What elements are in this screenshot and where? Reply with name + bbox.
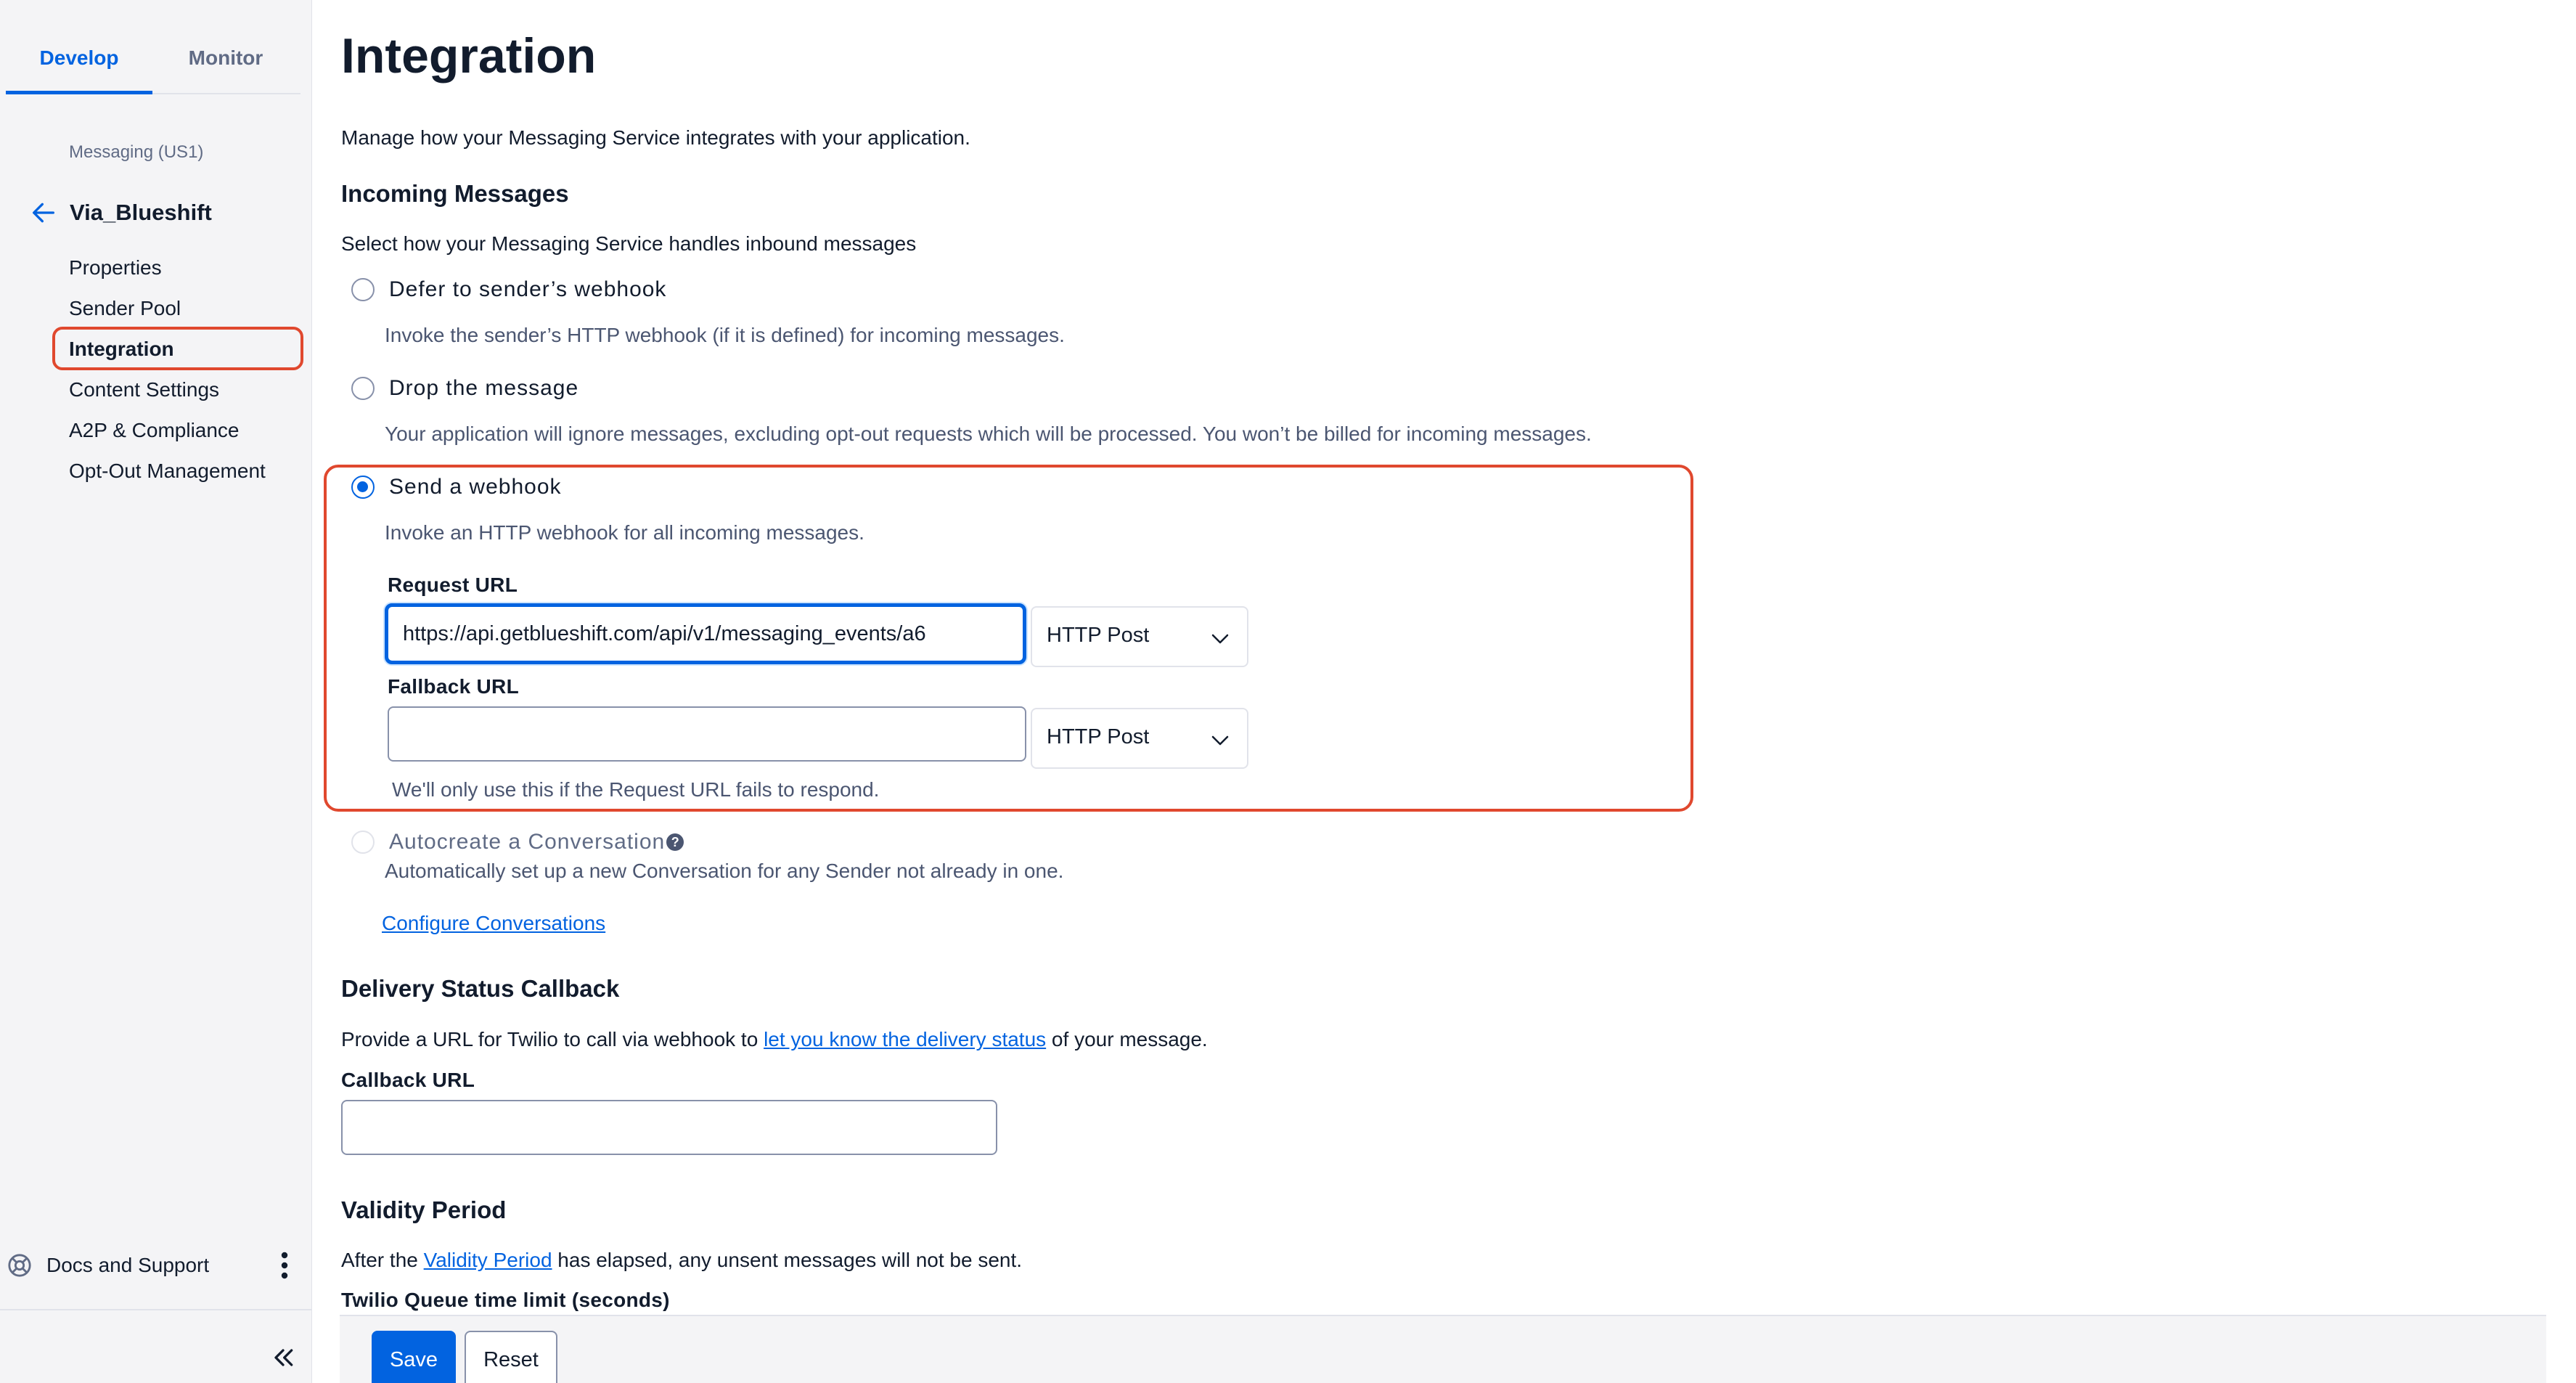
sidebar-item-content-settings[interactable]: Content Settings: [69, 373, 266, 414]
lifebuoy-icon: [8, 1254, 31, 1277]
delivery-status-description: Provide a URL for Twilio to call via web…: [341, 1028, 1208, 1051]
delivery-status-heading: Delivery Status Callback: [341, 975, 620, 1002]
validity-period-description: After the Validity Period has elapsed, a…: [341, 1249, 1022, 1272]
page-description: Manage how your Messaging Service integr…: [341, 126, 970, 149]
region-label: Messaging (US1): [69, 142, 204, 162]
sidebar: Develop Monitor Messaging (US1) Via_Blue…: [0, 0, 312, 1383]
incoming-messages-heading: Incoming Messages: [341, 180, 569, 207]
radio-autocreate-conversation[interactable]: Autocreate a Conversation ?: [351, 828, 684, 857]
callback-url-input[interactable]: [341, 1100, 997, 1155]
radio-button-disabled[interactable]: [351, 831, 375, 854]
validity-text-before: After the: [341, 1249, 424, 1271]
queue-time-limit-label: Twilio Queue time limit (seconds): [341, 1289, 670, 1311]
fallback-url-label: Fallback URL: [388, 675, 519, 698]
radio-button[interactable]: [351, 278, 375, 301]
configure-conversations-link[interactable]: Configure Conversations: [382, 912, 605, 935]
radio-send-a-webhook[interactable]: Send a webhook: [351, 473, 562, 502]
validity-period-link[interactable]: Validity Period: [424, 1249, 552, 1271]
radio-label: Drop the message: [389, 376, 579, 400]
sidebar-tabs: Develop Monitor: [6, 36, 300, 94]
validity-period-heading: Validity Period: [341, 1196, 507, 1223]
tab-develop[interactable]: Develop: [6, 36, 152, 94]
kebab-icon[interactable]: [279, 1250, 290, 1281]
sidebar-item-sender-pool[interactable]: Sender Pool: [69, 292, 266, 333]
radio-drop-the-message[interactable]: Drop the message: [351, 374, 578, 403]
action-bar: [340, 1315, 2546, 1383]
page-title: Integration: [341, 28, 597, 83]
select-value: HTTP Post: [1047, 725, 1150, 748]
fallback-url-method-select[interactable]: HTTP Post: [1031, 708, 1248, 769]
delivery-text-before: Provide a URL for Twilio to call via web…: [341, 1028, 764, 1050]
back-to-service-button[interactable]: Via_Blueshift: [29, 197, 212, 228]
reset-button[interactable]: Reset: [465, 1331, 557, 1383]
save-button[interactable]: Save: [372, 1331, 456, 1383]
sidebar-item-a2p-compliance[interactable]: A2P & Compliance: [69, 414, 266, 454]
sidebar-divider: [0, 1309, 312, 1310]
autocreate-description: Automatically set up a new Conversation …: [385, 860, 1064, 882]
radio-button-checked[interactable]: [351, 476, 375, 499]
fallback-url-hint: We'll only use this if the Request URL f…: [392, 778, 880, 801]
double-chevron-left-icon[interactable]: [269, 1343, 298, 1372]
radio-label: Defer to sender’s webhook: [389, 277, 667, 301]
arrow-left-icon: [33, 203, 55, 223]
sidebar-item-properties[interactable]: Properties: [69, 251, 266, 292]
chevron-down-icon: [1211, 634, 1229, 644]
radio-label: Autocreate a Conversation: [389, 830, 666, 854]
radio-label: Send a webhook: [389, 475, 562, 499]
webhook-description: Invoke an HTTP webhook for all incoming …: [385, 521, 864, 544]
docs-and-support-button[interactable]: Docs and Support: [7, 1247, 305, 1284]
defer-description: Invoke the sender’s HTTP webhook (if it …: [385, 324, 1065, 346]
sidebar-item-integration[interactable]: Integration: [69, 333, 266, 373]
sidebar-nav: Properties Sender Pool Integration Conte…: [69, 251, 266, 495]
incoming-messages-description: Select how your Messaging Service handle…: [341, 232, 917, 255]
docs-and-support-label: Docs and Support: [46, 1254, 210, 1276]
sidebar-item-opt-out-management[interactable]: Opt-Out Management: [69, 454, 266, 495]
drop-description: Your application will ignore messages, e…: [385, 423, 1592, 445]
service-name: Via_Blueshift: [70, 200, 212, 225]
fallback-url-input[interactable]: [388, 706, 1026, 762]
question-circle-icon[interactable]: ?: [666, 833, 684, 851]
select-value: HTTP Post: [1047, 624, 1150, 647]
chevron-down-icon: [1211, 735, 1229, 746]
request-url-label: Request URL: [388, 574, 518, 596]
delivery-text-after: of your message.: [1046, 1028, 1208, 1050]
radio-button[interactable]: [351, 377, 375, 400]
callback-url-label: Callback URL: [341, 1069, 475, 1091]
request-url-input[interactable]: [385, 603, 1026, 664]
validity-text-after: has elapsed, any unsent messages will no…: [552, 1249, 1023, 1271]
main-content: Integration Manage how your Messaging Se…: [312, 0, 2576, 1383]
delivery-status-link[interactable]: let you know the delivery status: [764, 1028, 1046, 1050]
app: Develop Monitor Messaging (US1) Via_Blue…: [0, 0, 2576, 1383]
tab-monitor[interactable]: Monitor: [152, 36, 299, 94]
radio-defer-to-sender-webhook[interactable]: Defer to sender’s webhook: [351, 275, 666, 304]
request-url-method-select[interactable]: HTTP Post: [1031, 606, 1248, 667]
